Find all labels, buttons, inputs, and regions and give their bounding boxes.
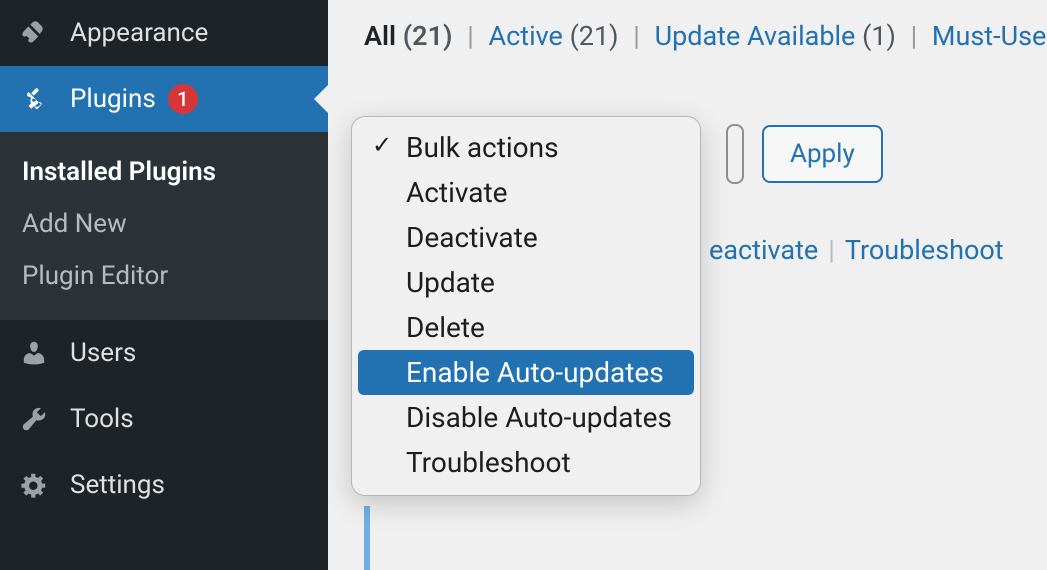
dropdown-activate[interactable]: Activate <box>358 170 694 215</box>
apply-button[interactable]: Apply <box>762 125 883 183</box>
dropdown-update[interactable]: Update <box>358 260 694 305</box>
separator: | <box>911 20 918 52</box>
user-icon <box>20 339 56 367</box>
sidebar-item-tools[interactable]: Tools <box>0 386 328 452</box>
sidebar-label: Plugins <box>70 84 156 114</box>
separator: | <box>633 20 640 52</box>
dropdown-troubleshoot[interactable]: Troubleshoot <box>358 440 694 485</box>
submenu-installed-plugins[interactable]: Installed Plugins <box>0 146 328 198</box>
sidebar-item-appearance[interactable]: Appearance <box>0 0 328 66</box>
separator: | <box>828 234 835 266</box>
deactivate-link[interactable]: eactivate <box>709 234 818 266</box>
sliders-icon <box>20 471 56 499</box>
active-plugin-indicator <box>364 506 370 570</box>
dropdown-bulk-actions[interactable]: Bulk actions <box>358 125 694 170</box>
admin-sidebar: Appearance Plugins 1 Installed Plugins A… <box>0 0 328 570</box>
filter-links: All (21) | Active (21) | Update Availabl… <box>364 20 1047 52</box>
update-badge: 1 <box>168 84 198 114</box>
filter-must-use[interactable]: Must-Use <box>932 20 1046 52</box>
sidebar-item-plugins[interactable]: Plugins 1 <box>0 66 328 132</box>
brush-icon <box>20 19 56 47</box>
plugin-row-actions: eactivate | Troubleshoot <box>709 234 1047 266</box>
plugin-icon <box>20 85 56 113</box>
sidebar-label: Appearance <box>70 18 208 48</box>
submenu-plugin-editor[interactable]: Plugin Editor <box>0 250 328 302</box>
dropdown-delete[interactable]: Delete <box>358 305 694 350</box>
submenu-add-new[interactable]: Add New <box>0 198 328 250</box>
dropdown-enable-auto-updates[interactable]: Enable Auto-updates <box>358 350 694 395</box>
wrench-icon <box>20 405 56 433</box>
sidebar-label: Settings <box>70 470 165 500</box>
dropdown-deactivate[interactable]: Deactivate <box>358 215 694 260</box>
filter-active[interactable]: Active (21) <box>488 20 618 52</box>
bulk-select-edge[interactable] <box>726 124 744 184</box>
sidebar-label: Tools <box>70 404 134 434</box>
sidebar-item-users[interactable]: Users <box>0 320 328 386</box>
plugins-submenu: Installed Plugins Add New Plugin Editor <box>0 132 328 320</box>
troubleshoot-link[interactable]: Troubleshoot <box>845 234 1004 266</box>
sidebar-label: Users <box>70 338 136 368</box>
bulk-actions-dropdown: Bulk actions Activate Deactivate Update … <box>351 116 701 496</box>
sidebar-item-settings[interactable]: Settings <box>0 452 328 518</box>
filter-all[interactable]: All (21) <box>364 20 452 52</box>
main-content: All (21) | Active (21) | Update Availabl… <box>328 0 1047 570</box>
filter-update-available[interactable]: Update Available (1) <box>655 20 896 52</box>
dropdown-disable-auto-updates[interactable]: Disable Auto-updates <box>358 395 694 440</box>
separator: | <box>467 20 474 52</box>
